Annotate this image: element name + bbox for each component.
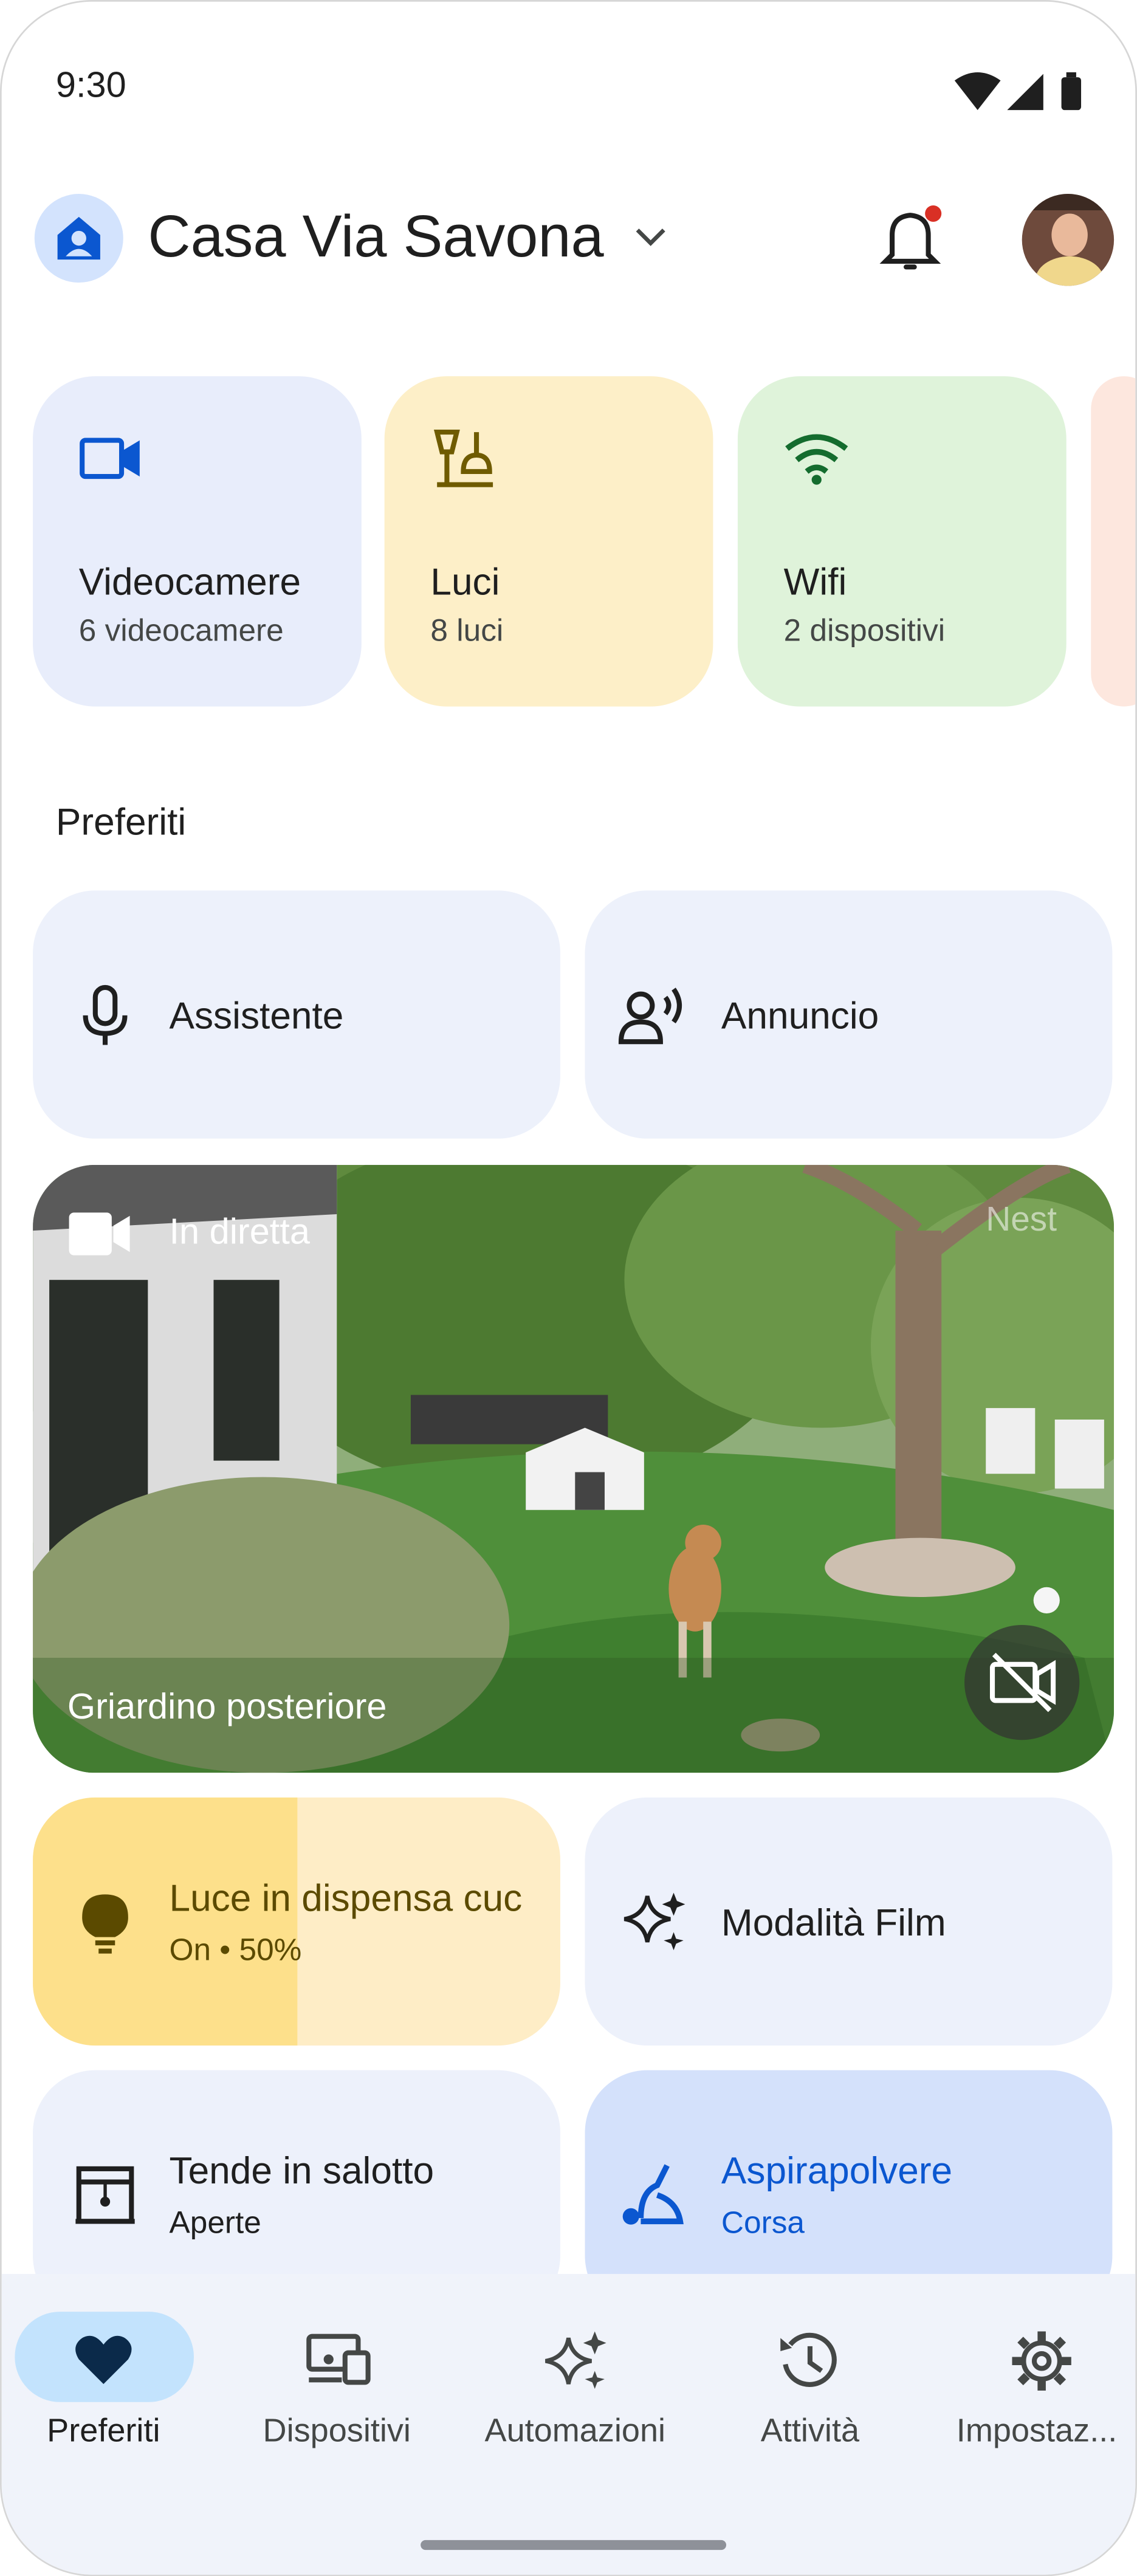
- live-label: In diretta: [169, 1211, 310, 1252]
- chip-title: Wifi: [783, 560, 847, 603]
- battery-icon: [1061, 77, 1082, 111]
- lamp-icon: [433, 430, 493, 487]
- assistant-label: Assistente: [169, 994, 344, 1037]
- camera-feed[interactable]: In diretta Nest Griardino posteriore: [33, 1164, 1115, 1773]
- chip-subtitle: 8 luci: [430, 614, 504, 649]
- blinds-icon: [75, 2166, 135, 2224]
- chip-title: Videocamere: [78, 560, 301, 603]
- devices-icon: [306, 2334, 371, 2385]
- nav-label: Attività: [760, 2413, 860, 2450]
- vacuum-title: Aspirapolvere: [721, 2149, 953, 2192]
- status-time: 9:30: [55, 64, 126, 106]
- vacuum-icon: [622, 2164, 684, 2225]
- blinds-title: Tende in salotto: [169, 2149, 435, 2192]
- camera-name: Griardino posteriore: [67, 1685, 387, 1727]
- bottom-nav: Preferiti Dispositivi Automazioni Attivi…: [1, 2273, 1136, 2575]
- nest-watermark: Nest: [986, 1201, 1057, 1239]
- heart-icon: [75, 2335, 132, 2385]
- chip-title: Luci: [430, 560, 500, 603]
- nav-automazioni[interactable]: Automazioni: [457, 2274, 695, 2487]
- chip-subtitle: 6 videocamere: [78, 614, 284, 649]
- phone-screen: 9:30 Casa Via Savona Videocamere 6 video…: [0, 0, 1137, 2576]
- camera-off-button[interactable]: [964, 1624, 1080, 1740]
- movie-mode-label: Modalità Film: [721, 1901, 946, 1944]
- notification-dot: [925, 205, 942, 222]
- gear-icon: [1012, 2331, 1071, 2391]
- chip-wifi[interactable]: Wifi 2 dispositivi: [737, 376, 1067, 707]
- home-icon: [57, 216, 100, 260]
- chevron-down-icon[interactable]: [634, 225, 667, 248]
- announce-icon: [618, 987, 682, 1045]
- announce-button[interactable]: Annuncio: [585, 890, 1113, 1139]
- camera-live-icon: [69, 1212, 130, 1255]
- nav-dispositivi[interactable]: Dispositivi: [219, 2274, 457, 2487]
- camera-image: [33, 1164, 1115, 1773]
- announce-label: Annuncio: [721, 994, 879, 1037]
- nav-label: Dispositivi: [263, 2413, 411, 2450]
- light-status: On • 50%: [169, 1934, 302, 1969]
- home-avatar[interactable]: [34, 194, 123, 283]
- microphone-icon: [83, 984, 128, 1045]
- chip-subtitle: 2 dispositivi: [783, 614, 946, 649]
- home-title[interactable]: Casa Via Savona: [148, 202, 603, 272]
- nav-preferiti[interactable]: Preferiti: [2, 2274, 207, 2487]
- nav-label: Impostaz...: [956, 2413, 1118, 2450]
- nav-label: Automazioni: [484, 2413, 666, 2450]
- light-tile[interactable]: Luce in dispensa cuc On • 50%: [33, 1797, 560, 2046]
- wifi-status-icon: [954, 72, 1001, 111]
- user-avatar[interactable]: [1022, 194, 1115, 286]
- videocam-off-icon: [989, 1652, 1056, 1712]
- gesture-handle[interactable]: [421, 2540, 727, 2550]
- history-icon: [780, 2332, 837, 2387]
- signal-icon: [1007, 74, 1043, 111]
- status-icons: [954, 72, 1082, 111]
- videocam-icon: [80, 438, 140, 479]
- notification-bell-icon[interactable]: [879, 202, 944, 275]
- movie-mode-button[interactable]: Modalità Film: [585, 1797, 1113, 2046]
- chip-videocamere[interactable]: Videocamere 6 videocamere: [33, 376, 362, 707]
- sparkle-icon: [623, 1892, 685, 1951]
- vacuum-status: Corsa: [721, 2207, 805, 2241]
- nav-label: Preferiti: [47, 2413, 160, 2450]
- section-title: Preferiti: [55, 800, 187, 843]
- nav-attivita[interactable]: Attività: [695, 2274, 926, 2487]
- nav-impostazioni[interactable]: Impostaz...: [925, 2274, 1135, 2487]
- assistant-button[interactable]: Assistente: [33, 890, 560, 1139]
- chip-partial[interactable]: [1091, 376, 1136, 707]
- chip-luci[interactable]: Luci 8 luci: [384, 376, 713, 707]
- wifi-icon: [785, 434, 848, 485]
- sparkle-icon: [544, 2331, 606, 2389]
- blinds-status: Aperte: [169, 2207, 261, 2241]
- light-title: Luce in dispensa cuc: [169, 1876, 523, 1919]
- lightbulb-icon: [82, 1894, 128, 1954]
